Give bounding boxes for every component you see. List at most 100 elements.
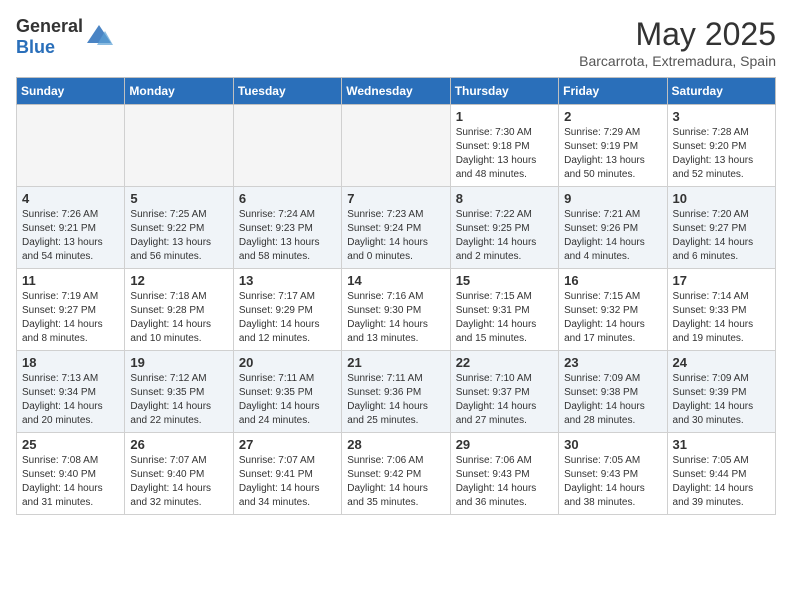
logo: General Blue: [16, 16, 113, 58]
calendar-cell: 23 Sunrise: 7:09 AM Sunset: 9:38 PM Dayli…: [559, 351, 667, 433]
day-info: Sunrise: 7:19 AM Sunset: 9:27 PM Dayligh…: [22, 290, 119, 346]
day-number: 10: [673, 191, 770, 206]
day-number: 6: [239, 191, 336, 206]
calendar-cell: 16 Sunrise: 7:15 AM Sunset: 9:32 PM Dayli…: [559, 269, 667, 351]
calendar-cell: [125, 105, 233, 187]
calendar-cell: 22 Sunrise: 7:10 AM Sunset: 9:37 PM Dayli…: [450, 351, 558, 433]
calendar-cell: 29Sunrise: 7:06 AM Sunset: 9:43 PM Dayli…: [450, 433, 558, 515]
day-info: Sunrise: 7:09 AM Sunset: 9:39 PM Dayligh…: [673, 372, 770, 428]
calendar-cell: 30Sunrise: 7:05 AM Sunset: 9:43 PM Dayli…: [559, 433, 667, 515]
calendar-cell: [17, 105, 125, 187]
calendar-cell: 12 Sunrise: 7:18 AM Sunset: 9:28 PM Dayli…: [125, 269, 233, 351]
day-number: 30: [564, 437, 661, 452]
calendar-cell: 13Sunrise: 7:17 AM Sunset: 9:29 PM Dayli…: [233, 269, 341, 351]
day-info: Sunrise: 7:08 AM Sunset: 9:40 PM Dayligh…: [22, 454, 119, 510]
calendar-cell: [233, 105, 341, 187]
day-number: 17: [673, 273, 770, 288]
day-number: 21: [347, 355, 444, 370]
calendar-cell: [342, 105, 450, 187]
calendar-cell: 24 Sunrise: 7:09 AM Sunset: 9:39 PM Dayli…: [667, 351, 775, 433]
calendar-cell: 19 Sunrise: 7:12 AM Sunset: 9:35 PM Dayli…: [125, 351, 233, 433]
day-info: Sunrise: 7:15 AM Sunset: 9:31 PM Dayligh…: [456, 290, 553, 346]
day-number: 13: [239, 273, 336, 288]
day-info: Sunrise: 7:22 AM Sunset: 9:25 PM Dayligh…: [456, 208, 553, 264]
calendar-week-row: 4Sunrise: 7:26 AM Sunset: 9:21 PM Daylig…: [17, 187, 776, 269]
weekday-header-thursday: Thursday: [450, 78, 558, 105]
calendar-cell: 6 Sunrise: 7:24 AM Sunset: 9:23 PM Daylig…: [233, 187, 341, 269]
header: General Blue May 2025 Barcarrota, Extrem…: [16, 16, 776, 69]
calendar-week-row: 1 Sunrise: 7:30 AM Sunset: 9:18 PM Daylig…: [17, 105, 776, 187]
day-info: Sunrise: 7:10 AM Sunset: 9:37 PM Dayligh…: [456, 372, 553, 428]
day-number: 28: [347, 437, 444, 452]
day-number: 9: [564, 191, 661, 206]
day-number: 3: [673, 109, 770, 124]
day-number: 25: [22, 437, 119, 452]
day-info: Sunrise: 7:20 AM Sunset: 9:27 PM Dayligh…: [673, 208, 770, 264]
day-info: Sunrise: 7:18 AM Sunset: 9:28 PM Dayligh…: [130, 290, 227, 346]
day-info: Sunrise: 7:30 AM Sunset: 9:18 PM Dayligh…: [456, 126, 553, 182]
day-info: Sunrise: 7:15 AM Sunset: 9:32 PM Dayligh…: [564, 290, 661, 346]
calendar-table: SundayMondayTuesdayWednesdayThursdayFrid…: [16, 77, 776, 515]
calendar-cell: 25 Sunrise: 7:08 AM Sunset: 9:40 PM Dayli…: [17, 433, 125, 515]
calendar-cell: 4Sunrise: 7:26 AM Sunset: 9:21 PM Daylig…: [17, 187, 125, 269]
logo-icon: [85, 23, 113, 51]
day-info: Sunrise: 7:05 AM Sunset: 9:44 PM Dayligh…: [673, 454, 770, 510]
calendar-cell: 2 Sunrise: 7:29 AM Sunset: 9:19 PM Daylig…: [559, 105, 667, 187]
calendar-week-row: 18 Sunrise: 7:13 AM Sunset: 9:34 PM Dayli…: [17, 351, 776, 433]
day-number: 22: [456, 355, 553, 370]
day-info: Sunrise: 7:29 AM Sunset: 9:19 PM Dayligh…: [564, 126, 661, 182]
calendar-cell: 5Sunrise: 7:25 AM Sunset: 9:22 PM Daylig…: [125, 187, 233, 269]
calendar-cell: 8 Sunrise: 7:22 AM Sunset: 9:25 PM Daylig…: [450, 187, 558, 269]
weekday-header-row: SundayMondayTuesdayWednesdayThursdayFrid…: [17, 78, 776, 105]
day-number: 8: [456, 191, 553, 206]
day-number: 7: [347, 191, 444, 206]
calendar-cell: 3Sunrise: 7:28 AM Sunset: 9:20 PM Daylig…: [667, 105, 775, 187]
calendar-cell: 26Sunrise: 7:07 AM Sunset: 9:40 PM Dayli…: [125, 433, 233, 515]
day-info: Sunrise: 7:07 AM Sunset: 9:40 PM Dayligh…: [130, 454, 227, 510]
day-number: 19: [130, 355, 227, 370]
location-title: Barcarrota, Extremadura, Spain: [579, 53, 776, 69]
day-info: Sunrise: 7:24 AM Sunset: 9:23 PM Dayligh…: [239, 208, 336, 264]
day-number: 14: [347, 273, 444, 288]
weekday-header-saturday: Saturday: [667, 78, 775, 105]
logo-general: General: [16, 16, 83, 36]
day-info: Sunrise: 7:11 AM Sunset: 9:36 PM Dayligh…: [347, 372, 444, 428]
day-number: 2: [564, 109, 661, 124]
calendar-cell: 10 Sunrise: 7:20 AM Sunset: 9:27 PM Dayli…: [667, 187, 775, 269]
day-info: Sunrise: 7:09 AM Sunset: 9:38 PM Dayligh…: [564, 372, 661, 428]
calendar-cell: 15 Sunrise: 7:15 AM Sunset: 9:31 PM Dayli…: [450, 269, 558, 351]
day-number: 4: [22, 191, 119, 206]
title-area: May 2025 Barcarrota, Extremadura, Spain: [579, 16, 776, 69]
day-number: 1: [456, 109, 553, 124]
day-number: 31: [673, 437, 770, 452]
weekday-header-friday: Friday: [559, 78, 667, 105]
day-number: 11: [22, 273, 119, 288]
day-number: 16: [564, 273, 661, 288]
day-info: Sunrise: 7:12 AM Sunset: 9:35 PM Dayligh…: [130, 372, 227, 428]
day-info: Sunrise: 7:21 AM Sunset: 9:26 PM Dayligh…: [564, 208, 661, 264]
day-info: Sunrise: 7:06 AM Sunset: 9:42 PM Dayligh…: [347, 454, 444, 510]
calendar-week-row: 25 Sunrise: 7:08 AM Sunset: 9:40 PM Dayli…: [17, 433, 776, 515]
calendar-cell: 27 Sunrise: 7:07 AM Sunset: 9:41 PM Dayli…: [233, 433, 341, 515]
day-number: 12: [130, 273, 227, 288]
day-info: Sunrise: 7:06 AM Sunset: 9:43 PM Dayligh…: [456, 454, 553, 510]
weekday-header-monday: Monday: [125, 78, 233, 105]
day-info: Sunrise: 7:07 AM Sunset: 9:41 PM Dayligh…: [239, 454, 336, 510]
calendar-cell: 7 Sunrise: 7:23 AM Sunset: 9:24 PM Daylig…: [342, 187, 450, 269]
day-info: Sunrise: 7:14 AM Sunset: 9:33 PM Dayligh…: [673, 290, 770, 346]
calendar-cell: 11 Sunrise: 7:19 AM Sunset: 9:27 PM Dayli…: [17, 269, 125, 351]
day-number: 27: [239, 437, 336, 452]
day-info: Sunrise: 7:13 AM Sunset: 9:34 PM Dayligh…: [22, 372, 119, 428]
calendar-cell: 20Sunrise: 7:11 AM Sunset: 9:35 PM Dayli…: [233, 351, 341, 433]
day-number: 18: [22, 355, 119, 370]
calendar-cell: 9 Sunrise: 7:21 AM Sunset: 9:26 PM Daylig…: [559, 187, 667, 269]
day-info: Sunrise: 7:23 AM Sunset: 9:24 PM Dayligh…: [347, 208, 444, 264]
calendar-cell: 28 Sunrise: 7:06 AM Sunset: 9:42 PM Dayli…: [342, 433, 450, 515]
day-number: 23: [564, 355, 661, 370]
day-info: Sunrise: 7:25 AM Sunset: 9:22 PM Dayligh…: [130, 208, 227, 264]
day-info: Sunrise: 7:16 AM Sunset: 9:30 PM Dayligh…: [347, 290, 444, 346]
calendar-cell: 18 Sunrise: 7:13 AM Sunset: 9:34 PM Dayli…: [17, 351, 125, 433]
day-number: 15: [456, 273, 553, 288]
day-number: 24: [673, 355, 770, 370]
weekday-header-sunday: Sunday: [17, 78, 125, 105]
